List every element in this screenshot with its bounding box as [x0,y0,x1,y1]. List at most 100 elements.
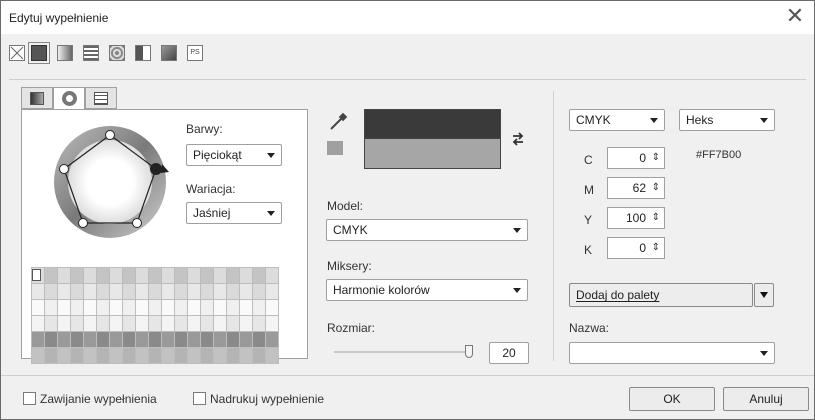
color-swatch[interactable] [109,315,123,332]
color-swatch[interactable] [187,283,201,300]
tab-harmonies[interactable] [53,87,85,110]
color-swatch[interactable] [187,299,201,316]
color-swatch[interactable] [70,283,84,300]
color-swatch[interactable] [239,299,253,316]
color-swatch[interactable] [57,299,71,316]
color-swatch[interactable] [239,347,253,364]
color-swatch[interactable] [239,315,253,332]
color-swatch[interactable] [96,347,110,364]
color-swatch[interactable] [148,299,162,316]
color-swatch[interactable] [135,315,149,332]
color-swatch[interactable] [252,315,266,332]
palette-swatch[interactable] [327,141,343,155]
color-swatch[interactable] [57,347,71,364]
model-select[interactable]: CMYK [326,219,528,241]
name-input[interactable] [569,342,775,364]
color-swatch[interactable] [44,331,58,348]
color-swatch[interactable] [83,299,97,316]
color-swatch[interactable] [31,283,45,300]
color-swatch[interactable] [252,283,266,300]
color-swatch[interactable] [109,299,123,316]
color-swatch[interactable] [70,347,84,364]
color-swatch[interactable] [174,315,188,332]
color-swatch[interactable] [96,267,110,284]
channel-y-input[interactable]: 100 ⇕ [607,207,665,229]
color-swatch[interactable] [148,267,162,284]
eyedropper-icon[interactable] [327,111,349,136]
color-swatch[interactable] [135,283,149,300]
harmony-swatch-grid[interactable] [31,267,279,364]
color-swatch[interactable] [70,267,84,284]
color-swatch[interactable] [200,331,214,348]
color-swatch[interactable] [96,331,110,348]
color-swatch[interactable] [135,299,149,316]
wariacja-select[interactable]: Jaśniej [186,202,282,224]
spin-arrows-icon[interactable]: ⇕ [652,151,660,165]
color-swatch[interactable] [109,267,123,284]
color-swatch[interactable] [213,347,227,364]
color-swatch[interactable] [31,331,45,348]
color-swatch[interactable] [148,283,162,300]
color-swatch[interactable] [44,315,58,332]
spin-arrows-icon[interactable]: ⇕ [652,241,660,255]
color-swatch[interactable] [200,283,214,300]
color-swatch[interactable] [252,267,266,284]
vector-fill-icon[interactable] [135,45,151,61]
color-swatch[interactable] [213,283,227,300]
color-swatch[interactable] [226,283,240,300]
barwy-select[interactable]: Pięciokąt [186,144,282,166]
color-swatch[interactable] [226,347,240,364]
color-swatch[interactable] [265,315,279,332]
color-swatch[interactable] [161,283,175,300]
color-swatch[interactable] [122,283,136,300]
color-swatch[interactable] [200,347,214,364]
add-to-palette-dropdown[interactable] [754,283,774,307]
color-swatch[interactable] [226,267,240,284]
spin-arrows-icon[interactable]: ⇕ [652,211,660,225]
channel-m-input[interactable]: 62 ⇕ [607,177,665,199]
color-swatch[interactable] [200,267,214,284]
color-swatch[interactable] [44,267,58,284]
color-swatch[interactable] [187,267,201,284]
color-swatch[interactable] [161,347,175,364]
swap-colors-icon[interactable] [510,131,526,150]
no-fill-icon[interactable] [9,45,25,61]
color-swatch[interactable] [109,331,123,348]
color-swatch[interactable] [122,299,136,316]
color-swatch[interactable] [148,331,162,348]
channel-c-input[interactable]: 0 ⇕ [607,147,665,169]
color-swatch[interactable] [148,315,162,332]
color-swatch[interactable] [161,299,175,316]
hex-value[interactable]: #FF7B00 [696,149,741,161]
color-swatch[interactable] [109,347,123,364]
color-swatch[interactable] [122,315,136,332]
color-swatch[interactable] [122,267,136,284]
color-swatch[interactable] [265,331,279,348]
bitmap-fill-icon[interactable] [161,45,177,61]
pattern-fill-icon[interactable] [83,45,99,61]
color-swatch[interactable] [161,315,175,332]
color-swatch[interactable] [148,347,162,364]
color-swatch[interactable] [239,267,253,284]
color-swatch[interactable] [70,315,84,332]
color-swatch[interactable] [252,347,266,364]
color-swatch[interactable] [31,315,45,332]
color-swatch[interactable] [265,283,279,300]
tab-palettes[interactable] [85,87,117,109]
color-swatch[interactable] [174,331,188,348]
size-slider-handle[interactable] [465,345,473,358]
texture-fill-icon[interactable] [109,45,125,61]
overprint-fill-checkbox[interactable] [193,392,206,405]
color-swatch[interactable] [57,283,71,300]
add-to-palette-button[interactable]: Dodaj do palety [569,283,753,307]
grid-lock-icon[interactable] [32,269,41,281]
color-swatch[interactable] [161,267,175,284]
color-swatch[interactable] [31,299,45,316]
cancel-button[interactable]: Anuluj [723,387,809,411]
uniform-fill-icon[interactable] [28,42,50,64]
color-model-select[interactable]: CMYK [569,109,665,131]
color-swatch[interactable] [265,347,279,364]
color-swatch[interactable] [135,347,149,364]
color-swatch[interactable] [174,347,188,364]
color-swatch[interactable] [213,299,227,316]
